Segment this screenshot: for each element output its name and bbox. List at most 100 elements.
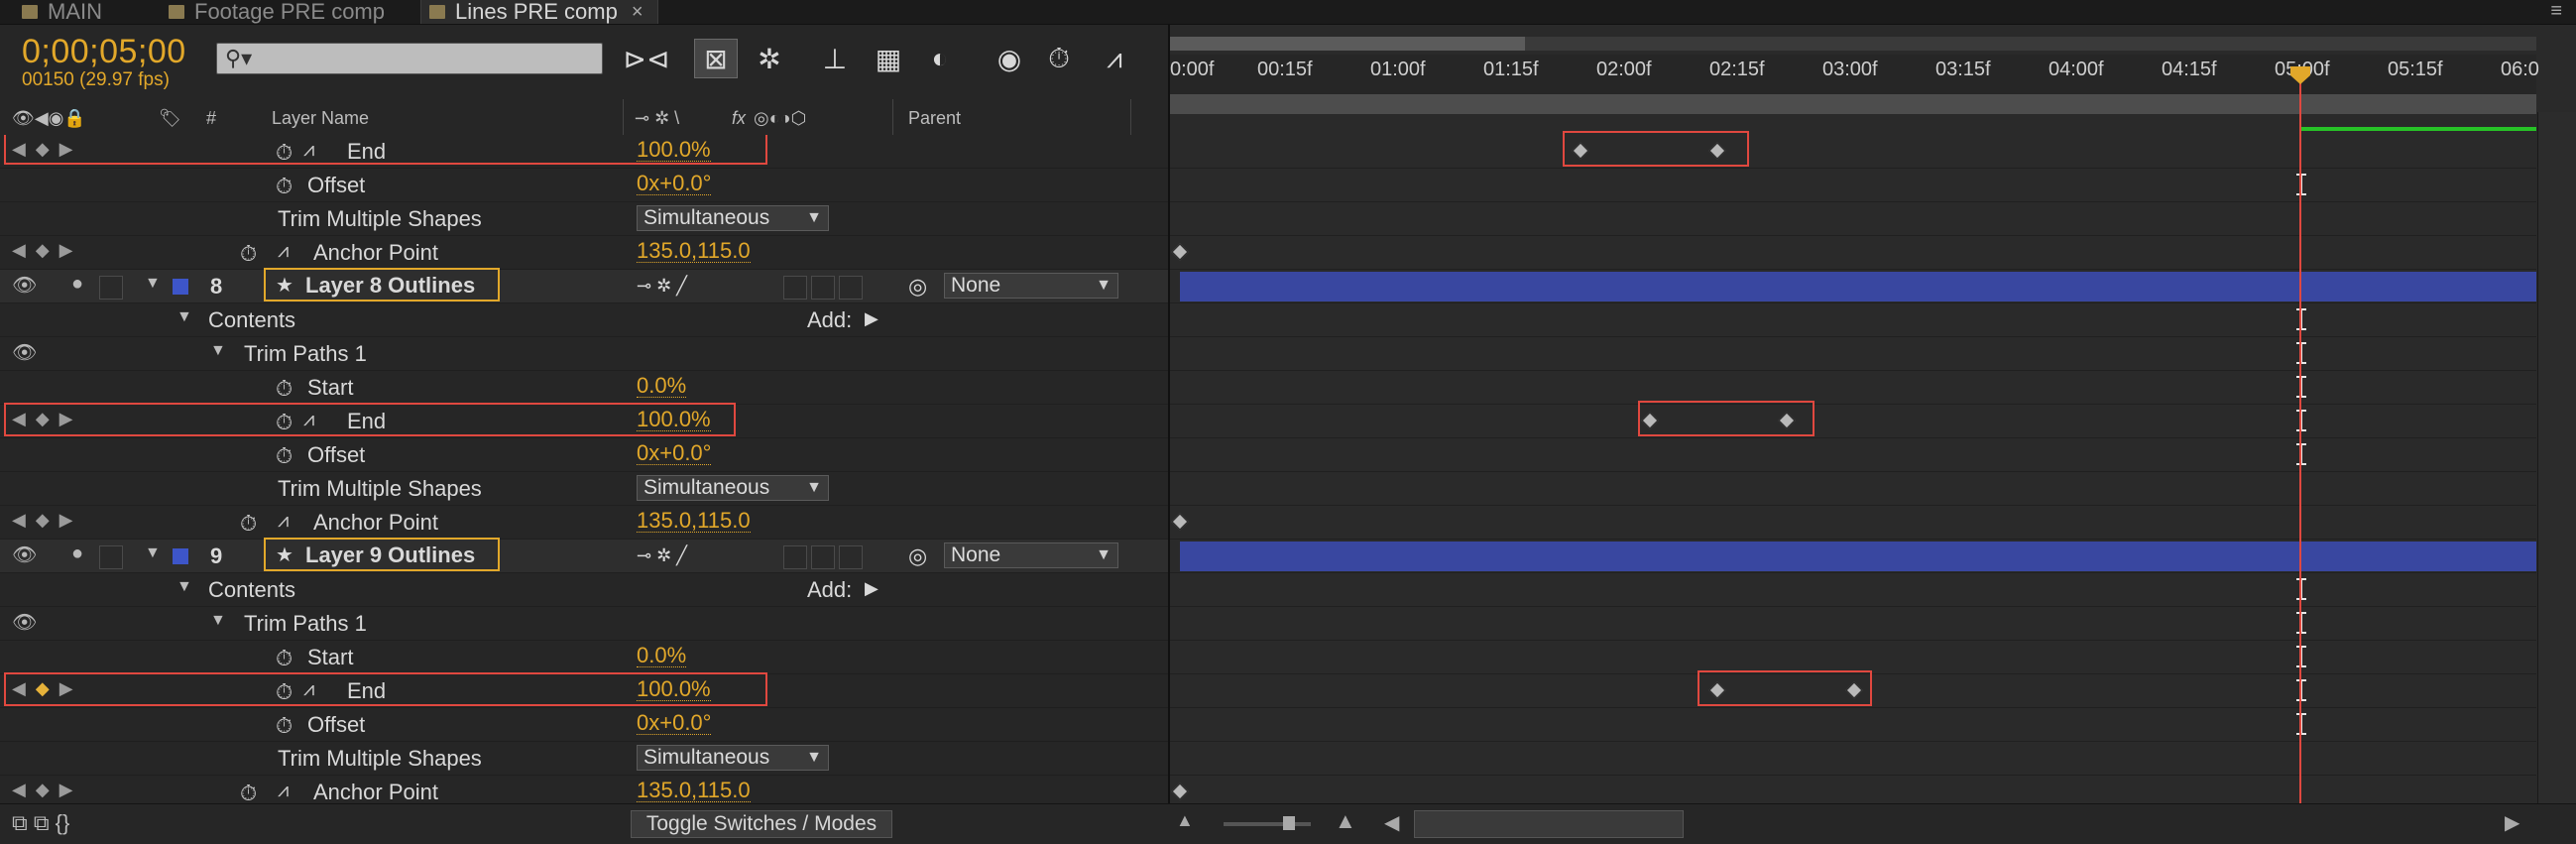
label-color-swatch[interactable] — [173, 548, 188, 564]
property-value[interactable]: 135.0,115.0 — [637, 240, 751, 263]
group-row-contents[interactable]: ▼ Contents Add: ▶ — [0, 303, 1168, 337]
tab-main[interactable]: MAIN — [14, 0, 163, 24]
layer-row-9[interactable]: 👁 ● ▼ 9 ★ Layer 9 Outlines ⊸ ✲ ╱ ◎ None … — [0, 538, 1168, 573]
layer-switch-icons[interactable]: ⊸ ✲ ╱ — [637, 545, 687, 566]
current-time-indicator[interactable] — [2299, 70, 2301, 828]
expand-triangle-icon[interactable]: ▼ — [210, 612, 226, 630]
solo-icon[interactable]: ● — [71, 543, 83, 565]
parent-select[interactable]: None ▼ — [944, 273, 1118, 299]
track-row[interactable] — [1170, 337, 2536, 371]
zoom-slider[interactable] — [1224, 822, 1311, 826]
track-row[interactable] — [1170, 742, 2536, 776]
track-row[interactable] — [1170, 303, 2536, 337]
group-row-trim-paths[interactable]: 👁 ▼ Trim Paths 1 — [0, 337, 1168, 371]
layer-name-field[interactable]: ★ Layer 8 Outlines — [264, 268, 500, 301]
expand-triangle-icon[interactable]: ▼ — [145, 544, 161, 562]
tab-lines-pre-comp[interactable]: Lines PRE comp × — [420, 0, 658, 24]
layer-duration-bar[interactable] — [1180, 542, 2536, 571]
property-row-end[interactable]: ◀◆▶ ⏱ ⩘ End 100.0% — [0, 135, 1168, 169]
timeline-panel[interactable]: 0:00f 00:15f 01:00f 01:15f 02:00f 02:15f 03:00… — [1168, 25, 2576, 828]
switch-box[interactable] — [783, 545, 807, 569]
tab-footage-pre-comp[interactable]: Footage PRE comp — [161, 0, 418, 24]
layer-name-header[interactable]: Layer Name — [272, 108, 369, 129]
property-row-anchor-point[interactable]: ◀◆▶ ⏱ ⩘ Anchor Point 135.0,115.0 — [0, 506, 1168, 540]
property-value[interactable]: 0x+0.0° — [637, 712, 712, 735]
close-icon[interactable]: × — [632, 1, 644, 24]
property-value[interactable]: 0x+0.0° — [637, 442, 712, 465]
property-row-offset[interactable]: ⏱ Offset 0x+0.0° — [0, 169, 1168, 202]
motion-blur-icon[interactable]: ▦ — [867, 39, 910, 78]
label-color-swatch[interactable] — [173, 279, 188, 295]
track-row[interactable] — [1170, 506, 2536, 540]
property-row-trim-multiple[interactable]: Trim Multiple Shapes Simultaneous ▼ — [0, 742, 1168, 776]
property-row-end[interactable]: ◀◆▶ ⏱ ⩘ End 100.0% — [0, 403, 1168, 438]
expand-triangle-icon[interactable]: ▼ — [176, 308, 192, 326]
property-row-start[interactable]: ⏱ Start 0.0% — [0, 641, 1168, 674]
toggle-switches-modes-button[interactable]: Toggle Switches / Modes — [631, 810, 892, 838]
property-row-end[interactable]: ◀◆▶ ⏱ ⩘ End 100.0% — [0, 672, 1168, 708]
pickwhip-icon[interactable]: ◎ — [908, 274, 927, 300]
property-row-trim-multiple[interactable]: Trim Multiple Shapes Simultaneous ▼ — [0, 202, 1168, 236]
track-row[interactable] — [1170, 670, 2536, 708]
add-menu-icon[interactable]: ▶ — [865, 308, 878, 329]
add-menu-icon[interactable]: ▶ — [865, 578, 878, 599]
track-row[interactable] — [1170, 607, 2536, 641]
expand-triangle-icon[interactable]: ▼ — [176, 578, 192, 596]
eye-icon[interactable]: 👁 — [12, 543, 37, 567]
track-row[interactable] — [1170, 202, 2536, 236]
track-row[interactable] — [1170, 573, 2536, 607]
track-area[interactable] — [1170, 131, 2536, 809]
graph-icon[interactable]: ⩘ — [278, 510, 289, 533]
auto-keyframe-icon[interactable]: ◉ — [988, 39, 1031, 78]
switch-box[interactable] — [839, 276, 863, 300]
eye-icon[interactable]: 👁 — [12, 273, 37, 298]
track-row[interactable] — [1170, 641, 2536, 674]
switch-box[interactable] — [811, 545, 835, 569]
parent-select[interactable]: None ▼ — [944, 543, 1118, 568]
stopwatch-icon[interactable]: ⏱ — [240, 511, 257, 537]
time-navigator-range[interactable] — [1170, 37, 1525, 51]
trim-mode-select[interactable]: Simultaneous ▼ — [637, 745, 829, 771]
zoom-in-icon[interactable]: ▲ — [1335, 808, 1356, 834]
layer-name-field[interactable]: ★ Layer 9 Outlines — [264, 538, 500, 571]
keyframe[interactable] — [1171, 513, 1189, 531]
layer-row-8[interactable]: 👁 ● ▼ 8 ★ Layer 8 Outlines ⊸ ✲ ╱ ◎ None … — [0, 268, 1168, 303]
expand-triangle-icon[interactable]: ▼ — [145, 275, 161, 293]
panel-menu-icon[interactable]: ≡ — [2550, 0, 2562, 24]
pickwhip-icon[interactable]: ◎ — [908, 543, 927, 569]
stopwatch-icon[interactable]: ⏱ — [276, 443, 293, 469]
hide-shy-layers-icon[interactable]: ✲ — [748, 39, 791, 78]
zoom-out-icon[interactable]: ▲ — [1176, 810, 1194, 831]
keyframe[interactable] — [1171, 783, 1189, 800]
property-row-start[interactable]: ⏱ Start 0.0% — [0, 371, 1168, 405]
draft-3d-icon[interactable]: ⊠ — [694, 39, 738, 78]
keyframe-navigator[interactable]: ◀◆▶ — [12, 780, 83, 800]
property-row-offset[interactable]: ⏱ Offset 0x+0.0° — [0, 708, 1168, 742]
graph-icon[interactable]: ⩘ — [278, 240, 289, 263]
horizontal-scrollbar[interactable] — [1414, 810, 1684, 838]
stopwatch-icon[interactable]: ⏱ — [276, 174, 293, 199]
eye-icon[interactable]: 👁 — [12, 610, 37, 635]
graph-editor-icon[interactable]: ⩘ — [1093, 39, 1136, 78]
property-value[interactable]: 0.0% — [637, 645, 687, 667]
group-row-trim-paths[interactable]: 👁 ▼ Trim Paths 1 — [0, 607, 1168, 641]
brainstorm-icon[interactable]: ◐ — [918, 39, 962, 78]
layer-duration-bar[interactable] — [1180, 272, 2536, 301]
stopwatch-icon[interactable]: ⏱ — [276, 713, 293, 739]
lock-switch[interactable] — [99, 276, 123, 300]
property-row-anchor-point[interactable]: ◀◆▶ ⏱ ⩘ Anchor Point 135.0,115.0 — [0, 776, 1168, 803]
property-value[interactable]: 0x+0.0° — [637, 173, 712, 195]
stopwatch-icon[interactable]: ⏱ — [1037, 39, 1081, 78]
track-row[interactable] — [1170, 270, 2536, 303]
keyframe-navigator[interactable]: ◀◆▶ — [12, 240, 83, 261]
group-row-contents[interactable]: ▼ Contents Add: ▶ — [0, 573, 1168, 607]
track-row[interactable] — [1170, 169, 2536, 202]
graph-icon[interactable]: ⩘ — [278, 780, 289, 802]
keyframe-navigator[interactable]: ◀◆▶ — [12, 510, 83, 531]
property-value[interactable]: 135.0,115.0 — [637, 780, 751, 802]
switch-box[interactable] — [783, 276, 807, 300]
property-row-trim-multiple[interactable]: Trim Multiple Shapes Simultaneous ▼ — [0, 472, 1168, 506]
timeline-scrollbar[interactable] — [2537, 112, 2576, 803]
trim-mode-select[interactable]: Simultaneous ▼ — [637, 475, 829, 501]
track-row[interactable] — [1170, 540, 2536, 573]
